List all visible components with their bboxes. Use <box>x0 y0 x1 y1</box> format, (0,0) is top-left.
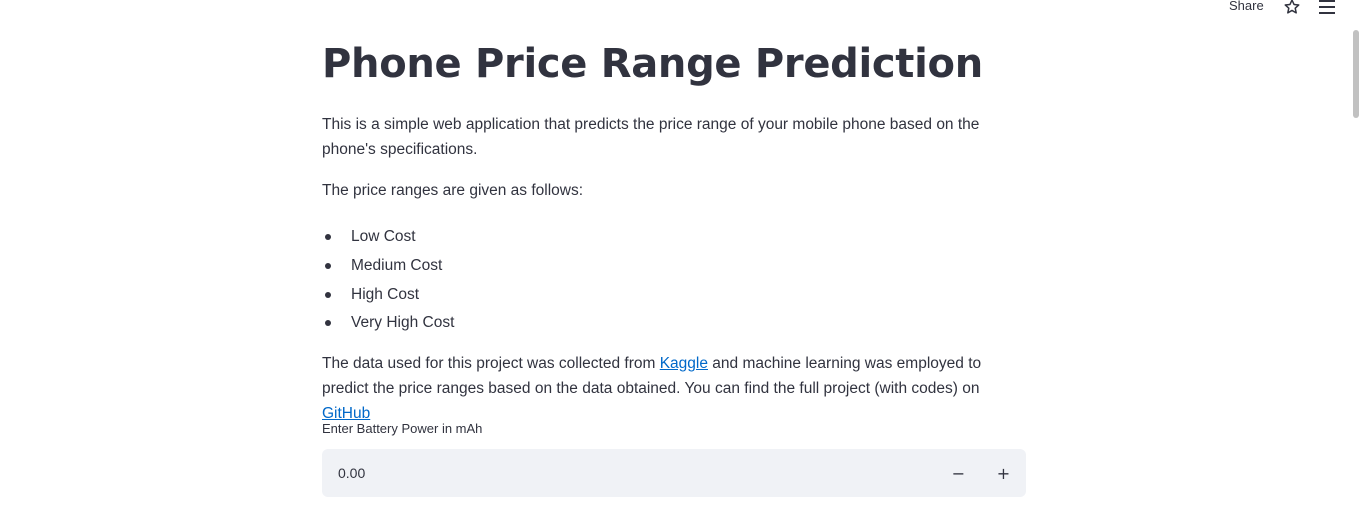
share-button[interactable]: Share <box>1229 0 1264 14</box>
app-page: Share Phone Price Range Prediction This … <box>0 0 1360 507</box>
page-title: Phone Price Range Prediction <box>322 41 983 87</box>
range-label: Very High Cost <box>351 314 455 332</box>
bullet-icon <box>325 234 331 241</box>
page-scrollbar[interactable] <box>1352 0 1360 507</box>
battery-power-label: Enter Battery Power in mAh <box>322 421 483 436</box>
list-item: Very High Cost <box>322 309 454 338</box>
kaggle-link[interactable]: Kaggle <box>660 355 708 372</box>
github-link[interactable]: GitHub <box>322 405 370 422</box>
scrollbar-thumb[interactable] <box>1353 30 1359 118</box>
battery-power-number-input: − + <box>322 449 1026 497</box>
list-item: Medium Cost <box>322 252 454 281</box>
ranges-intro-paragraph: The price ranges are given as follows: <box>322 182 584 199</box>
range-label: Medium Cost <box>351 257 443 275</box>
list-item: Low Cost <box>322 223 454 252</box>
range-label: High Cost <box>351 285 420 303</box>
bullet-icon <box>325 320 331 327</box>
list-item: High Cost <box>322 280 454 309</box>
bullet-icon <box>325 291 331 298</box>
battery-power-input[interactable] <box>322 449 936 497</box>
data-text-1: The data used for this project was colle… <box>322 355 660 372</box>
increment-button[interactable]: + <box>981 449 1026 497</box>
price-range-list: Low Cost Medium Cost High Cost Very High… <box>322 223 454 338</box>
intro-paragraph: This is a simple web application that pr… <box>322 116 980 158</box>
data-source-paragraph: The data used for this project was colle… <box>322 351 1026 426</box>
decrement-button[interactable]: − <box>936 449 981 497</box>
hamburger-menu-icon[interactable] <box>1318 0 1336 15</box>
range-label: Low Cost <box>351 228 416 246</box>
star-icon[interactable] <box>1283 0 1301 16</box>
bullet-icon <box>325 263 331 270</box>
